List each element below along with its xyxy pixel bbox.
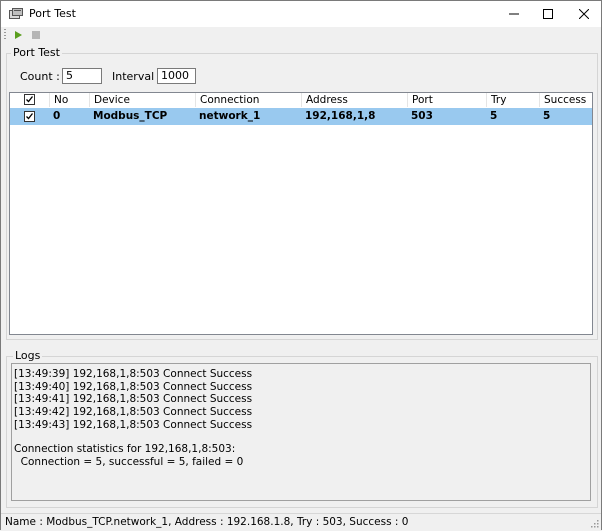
cell-port: 503	[411, 110, 433, 122]
maximize-icon	[543, 9, 553, 19]
log-line: [13:49:43] 192,168,1,8:503 Connect Succe…	[14, 419, 253, 431]
log-output[interactable]: [13:49:39] 192,168,1,8:503 Connect Succe…	[11, 363, 591, 501]
logs-group-label: Logs	[13, 349, 43, 362]
stop-icon	[32, 31, 40, 39]
cell-try: 5	[490, 110, 498, 122]
header-checkbox-cell[interactable]	[10, 93, 50, 107]
resize-grip-icon[interactable]	[589, 518, 599, 528]
cell-device: Modbus_TCP	[93, 110, 168, 122]
start-button[interactable]	[11, 28, 25, 42]
close-button[interactable]	[567, 1, 601, 27]
log-line: [13:49:41] 192,168,1,8:503 Connect Succe…	[14, 393, 253, 405]
column-header-connection[interactable]: Connection	[196, 93, 302, 107]
title-bar: Port Test	[1, 1, 601, 27]
toolbar-grip[interactable]	[4, 29, 6, 41]
select-all-checkbox[interactable]	[24, 94, 35, 105]
toolbar	[1, 27, 601, 43]
log-line: [13:49:39] 192,168,1,8:503 Connect Succe…	[14, 368, 253, 380]
cell-success: 5	[543, 110, 551, 122]
port-list[interactable]: No Device Connection Address Port Try Su…	[9, 92, 593, 335]
column-header-address[interactable]: Address	[302, 93, 408, 107]
column-header-no[interactable]: No	[50, 93, 90, 107]
log-line: Connection statistics for 192,168,1,8:50…	[14, 443, 236, 455]
interval-input[interactable]	[157, 68, 196, 84]
list-header: No Device Connection Address Port Try Su…	[10, 93, 592, 107]
count-input[interactable]	[62, 68, 102, 84]
log-line: [13:49:40] 192,168,1,8:503 Connect Succe…	[14, 381, 253, 393]
port-test-window: Port Test Port Test Count : Interval :	[0, 0, 602, 530]
column-header-port[interactable]: Port	[408, 93, 487, 107]
table-row[interactable]: 0 Modbus_TCP network_1 192,168,1,8 503 5…	[10, 108, 592, 125]
count-label: Count :	[20, 70, 60, 83]
maximize-button[interactable]	[531, 1, 565, 27]
cell-no: 0	[53, 110, 61, 122]
minimize-button[interactable]	[497, 1, 531, 27]
column-header-try[interactable]: Try	[487, 93, 540, 107]
checkmark-icon	[26, 96, 34, 103]
log-line: [13:49:42] 192,168,1,8:503 Connect Succe…	[14, 406, 253, 418]
app-icon	[9, 8, 23, 19]
checkmark-icon	[26, 113, 34, 120]
column-header-device[interactable]: Device	[90, 93, 196, 107]
close-icon	[579, 9, 589, 19]
cell-connection: network_1	[199, 110, 261, 122]
status-bar: Name : Modbus_TCP.network_1, Address : 1…	[1, 513, 601, 530]
column-header-success[interactable]: Success	[540, 93, 592, 107]
minimize-icon	[509, 13, 519, 15]
log-line: Connection = 5, successful = 5, failed =…	[14, 456, 244, 468]
port-test-group-label: Port Test	[11, 46, 62, 59]
status-text: Name : Modbus_TCP.network_1, Address : 1…	[5, 516, 409, 528]
cell-address: 192,168,1,8	[305, 110, 376, 122]
interval-label: Interval :	[112, 70, 162, 83]
window-title: Port Test	[29, 7, 76, 20]
stop-button[interactable]	[29, 28, 43, 42]
play-icon	[15, 31, 22, 39]
row-checkbox[interactable]	[24, 111, 35, 122]
